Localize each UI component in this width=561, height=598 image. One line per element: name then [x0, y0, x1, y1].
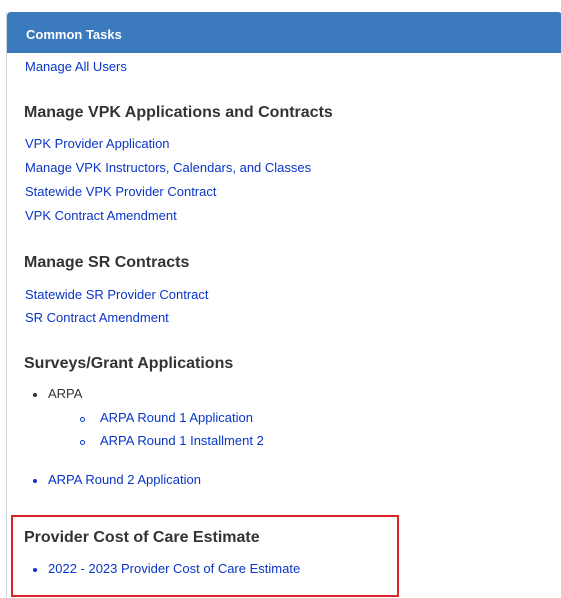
panel-title: Common Tasks [26, 27, 122, 42]
vpk-provider-application-link[interactable]: VPK Provider Application [25, 136, 170, 151]
vpk-contract-amendment-link[interactable]: VPK Contract Amendment [25, 208, 177, 223]
vpk-section-heading: Manage VPK Applications and Contracts [24, 104, 333, 121]
surveys-section-heading: Surveys/Grant Applications [24, 355, 234, 372]
sr-section-heading: Manage SR Contracts [24, 254, 190, 271]
statewide-vpk-provider-contract-link[interactable]: Statewide VPK Provider Contract [25, 184, 216, 199]
arpa-group-label: ARPA [48, 386, 83, 401]
provider-cost-of-care-estimate-link[interactable]: 2022 - 2023 Provider Cost of Care Estima… [48, 561, 300, 576]
arpa-round-2-application-link[interactable]: ARPA Round 2 Application [48, 472, 201, 487]
bullet-dot [33, 393, 37, 397]
manage-all-users-link[interactable]: Manage All Users [25, 59, 127, 74]
highlight-box [11, 515, 399, 597]
bullet-dot [33, 479, 37, 483]
panel-header: Common Tasks [7, 12, 561, 53]
statewide-sr-provider-contract-link[interactable]: Statewide SR Provider Contract [25, 287, 209, 302]
sr-contract-amendment-link[interactable]: SR Contract Amendment [25, 310, 169, 325]
manage-vpk-instructors-link[interactable]: Manage VPK Instructors, Calendars, and C… [25, 160, 311, 175]
arpa-round-1-application-link[interactable]: ARPA Round 1 Application [100, 410, 253, 425]
arpa-round-1-installment-2-link[interactable]: ARPA Round 1 Installment 2 [100, 433, 264, 448]
cost-of-care-section-heading: Provider Cost of Care Estimate [24, 529, 260, 546]
bullet-dot [33, 568, 37, 572]
sub-bullet-ring [80, 440, 85, 445]
sub-bullet-ring [80, 417, 85, 422]
common-tasks-panel: Common Tasks [6, 12, 561, 598]
